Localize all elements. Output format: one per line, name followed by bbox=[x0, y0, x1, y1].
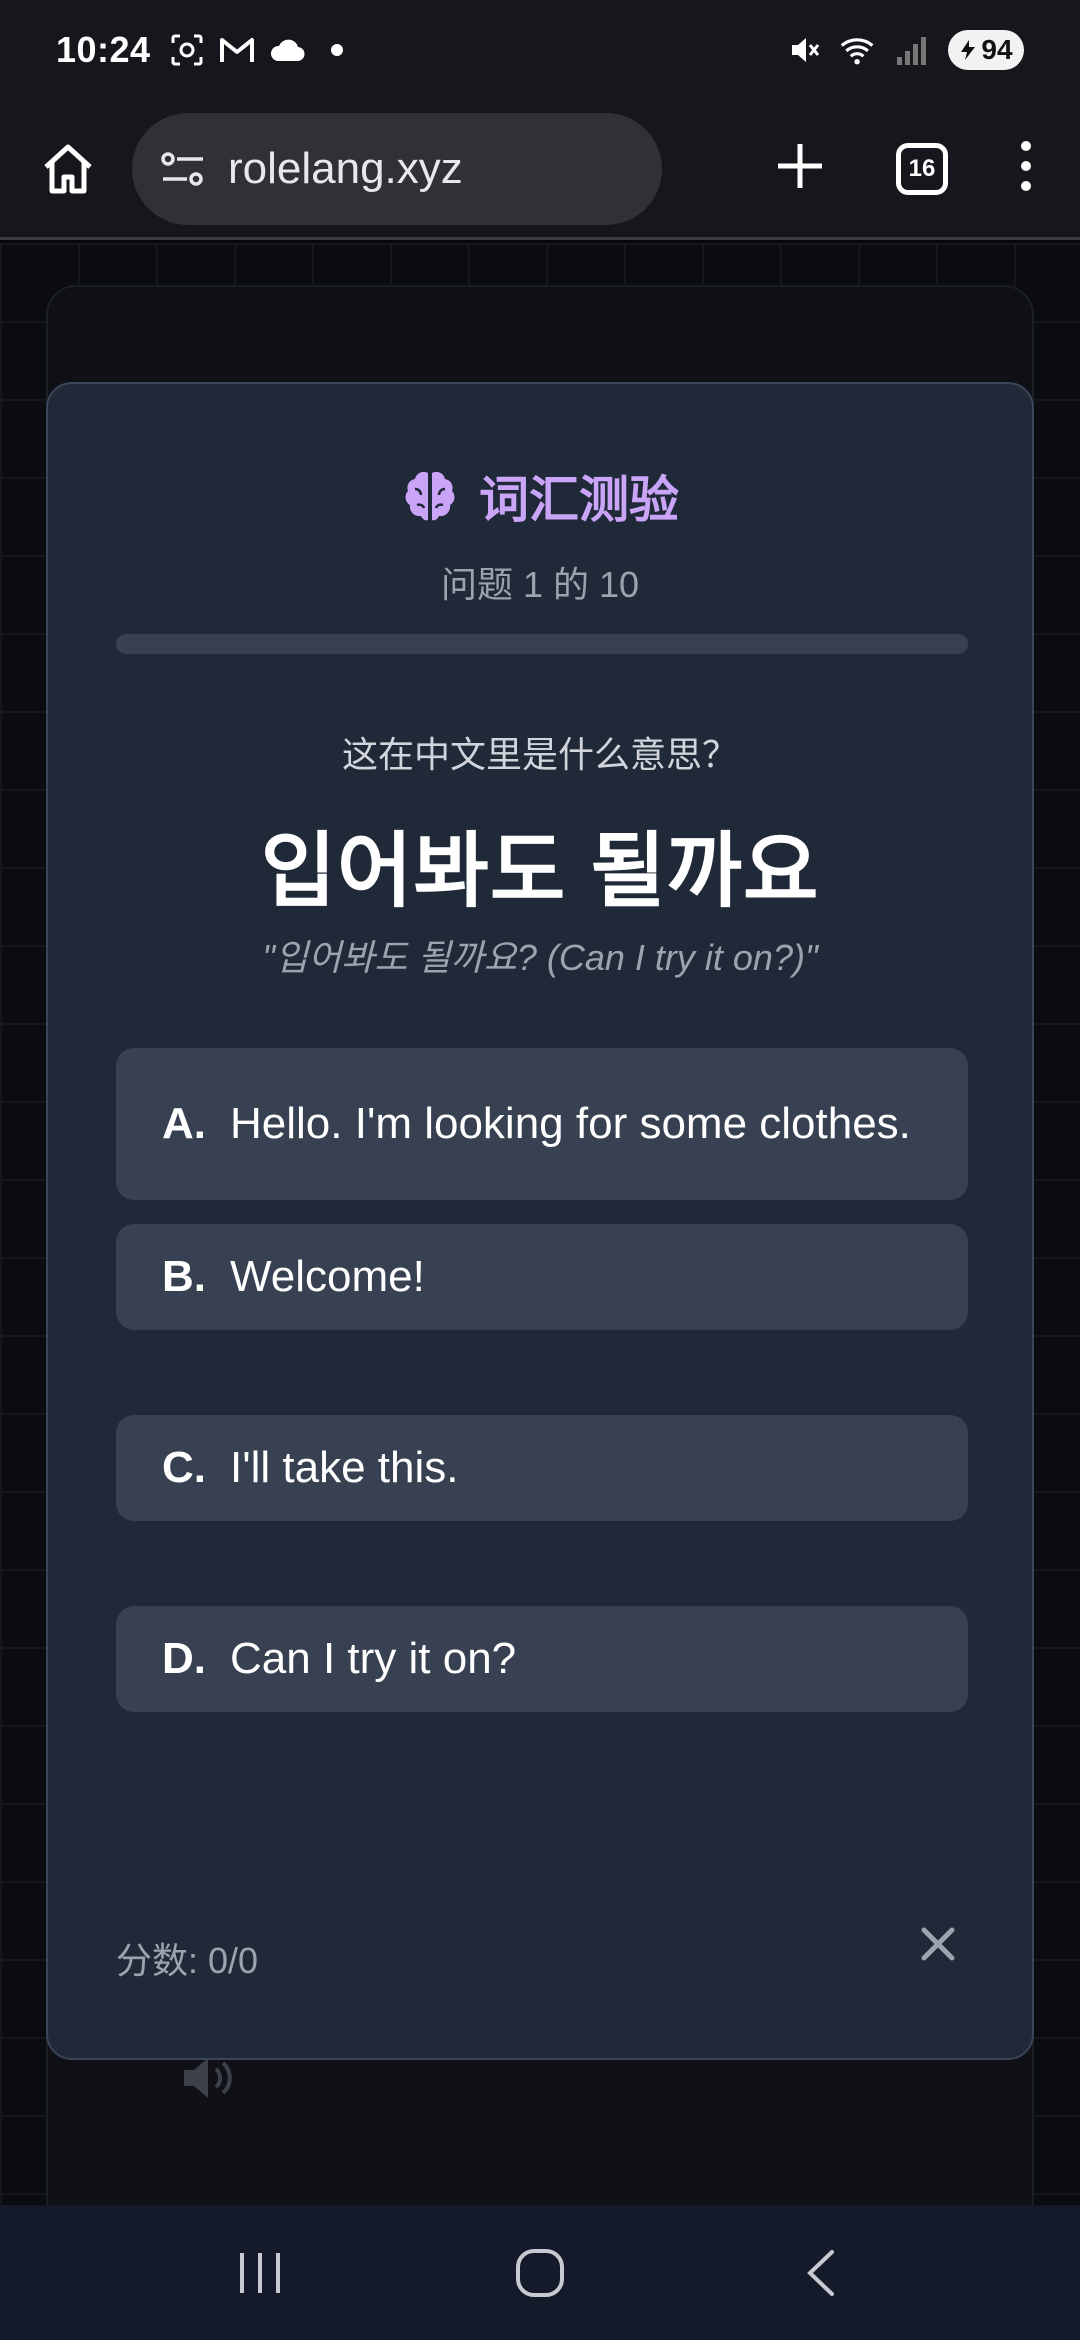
modal-title: 词汇测验 bbox=[479, 472, 679, 528]
status-bar: 10:24 94 bbox=[0, 0, 1080, 100]
battery-icon: 94 bbox=[948, 30, 1024, 70]
option-text: I'll take this. bbox=[230, 1443, 459, 1492]
question-prompt: 这在中文里是什么意思？ bbox=[341, 734, 738, 775]
quiz-modal: 词汇测验 问题 1 的 10 这在中文里是什么意思？ 입어봐도 될까요 "입어봐… bbox=[46, 382, 1034, 2060]
new-tab-button[interactable] bbox=[774, 140, 826, 197]
recent-apps-button[interactable] bbox=[215, 2228, 305, 2318]
option-d[interactable]: D. Can I try it on? bbox=[116, 1606, 968, 1712]
home-nav-button[interactable] bbox=[495, 2228, 585, 2318]
address-bar[interactable]: rolelang.xyz bbox=[132, 112, 662, 225]
back-icon bbox=[807, 2249, 834, 2296]
option-text: Welcome! bbox=[230, 1252, 425, 1301]
battery-level: 94 bbox=[981, 34, 1013, 65]
home-circle-icon bbox=[516, 2248, 564, 2297]
option-letter: A. bbox=[162, 1099, 206, 1148]
home-button[interactable] bbox=[36, 137, 100, 201]
close-icon bbox=[921, 1927, 955, 1961]
screenshot-icon bbox=[169, 32, 205, 68]
option-letter: B. bbox=[162, 1252, 206, 1301]
modal-header: 词汇测验 bbox=[48, 460, 1032, 532]
vocab-word: 입어봐도 될까요 bbox=[260, 826, 820, 917]
status-icons-left bbox=[169, 32, 355, 68]
url-text: rolelang.xyz bbox=[228, 143, 463, 193]
plus-icon bbox=[778, 144, 822, 188]
progress-bar bbox=[116, 634, 968, 654]
option-text: Can I try it on? bbox=[230, 1634, 517, 1683]
wifi-icon bbox=[840, 32, 876, 68]
mute-icon bbox=[786, 32, 822, 68]
progress-text: 问题 1 的 10 bbox=[440, 564, 640, 605]
signal-icon bbox=[894, 32, 930, 68]
browser-actions: 16 bbox=[774, 140, 1044, 197]
home-icon bbox=[44, 144, 92, 193]
option-c[interactable]: C. I'll take this. bbox=[116, 1415, 968, 1521]
option-a[interactable]: A. Hello. I'm looking for some clothes. bbox=[116, 1048, 968, 1200]
more-vert-icon bbox=[1021, 141, 1031, 191]
score-text: 分数: 0/0 bbox=[116, 1940, 259, 1981]
system-nav-bar bbox=[0, 2205, 1080, 2340]
back-button[interactable] bbox=[775, 2228, 865, 2318]
brain-icon bbox=[405, 471, 455, 521]
cloud-icon bbox=[269, 32, 305, 68]
tab-switcher-button[interactable]: 16 bbox=[896, 142, 948, 195]
menu-button[interactable] bbox=[1018, 140, 1034, 197]
option-letter: D. bbox=[162, 1634, 206, 1683]
close-button[interactable] bbox=[908, 1914, 968, 1974]
gmail-icon bbox=[219, 32, 255, 68]
status-time: 10:24 bbox=[56, 29, 151, 70]
speaker-icon bbox=[180, 2055, 240, 2113]
browser-toolbar: rolelang.xyz 16 bbox=[0, 100, 1080, 240]
option-text: Hello. I'm looking for some clothes. bbox=[230, 1099, 911, 1148]
site-settings-icon bbox=[161, 151, 203, 186]
dot-icon bbox=[319, 32, 355, 68]
option-b[interactable]: B. Welcome! bbox=[116, 1224, 968, 1330]
example-sentence: "입어봐도 될까요? (Can I try it on?)" bbox=[262, 937, 818, 978]
recent-apps-icon bbox=[240, 2252, 280, 2293]
status-icons-right: 94 bbox=[786, 30, 1024, 70]
option-letter: C. bbox=[162, 1443, 206, 1492]
